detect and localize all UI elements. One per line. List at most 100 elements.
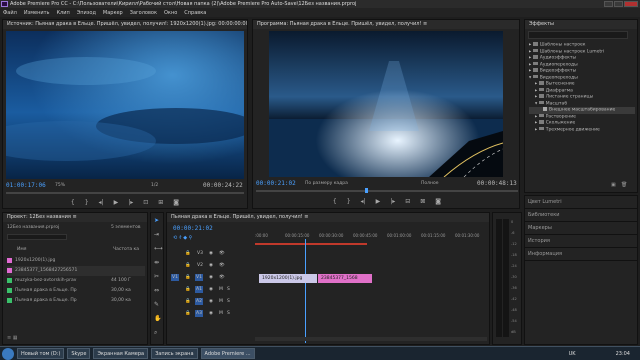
menu-help[interactable]: Справка bbox=[184, 10, 206, 16]
new-bin-icon[interactable]: ▣ bbox=[611, 182, 616, 188]
windows-taskbar: Новый том (D:) Skype Экранная Камера Зап… bbox=[0, 346, 640, 360]
source-monitor-title: Источник: Пьяная драка в Ельце. Пришёл, … bbox=[3, 20, 247, 29]
program-scrubber[interactable] bbox=[256, 190, 518, 192]
prog-mark-out-icon[interactable]: } bbox=[347, 198, 351, 205]
program-playhead[interactable] bbox=[365, 188, 368, 193]
quality-select[interactable]: Полное bbox=[421, 181, 438, 186]
col-rate-header[interactable]: Частота ка bbox=[113, 247, 139, 252]
source-zoom-select[interactable]: 75% bbox=[55, 183, 65, 188]
source-duration: 00:00:24:22 bbox=[203, 182, 243, 189]
program-duration: 00:00:48:13 bbox=[477, 180, 517, 187]
project-search-input[interactable] bbox=[7, 234, 67, 240]
step-forward-icon[interactable]: |▸ bbox=[128, 199, 133, 206]
libraries-panel[interactable]: Библиотеки bbox=[525, 209, 637, 222]
program-frame-image bbox=[269, 31, 503, 177]
overwrite-icon[interactable]: ⊞ bbox=[158, 199, 163, 206]
track-header-a2: 🔒 A2 ◉ M S bbox=[185, 298, 230, 305]
timeline-clip-video[interactable]: 23845377_1568 bbox=[318, 274, 372, 283]
render-bar bbox=[255, 243, 367, 245]
project-row[interactable]: muzyka-bez-avtorskih-prav 44 100 Г bbox=[7, 276, 145, 286]
source-page-indicator: 1/2 bbox=[151, 183, 159, 188]
step-back-icon[interactable]: ◂| bbox=[99, 199, 104, 206]
track-header-v3: 🔒 V3 ◉ 👁 bbox=[185, 251, 225, 256]
menu-window[interactable]: Окно bbox=[164, 10, 177, 16]
history-panel[interactable]: История bbox=[525, 235, 637, 248]
project-row[interactable]: 1920x1200(1).jpg bbox=[7, 256, 145, 266]
lift-icon[interactable]: ⊟ bbox=[405, 198, 410, 205]
menu-sequence[interactable]: Эпизод bbox=[77, 10, 96, 16]
lumetri-color-panel[interactable]: Цвет Lumetri bbox=[525, 196, 637, 209]
rolling-edit-tool-icon[interactable]: ⇹ bbox=[154, 259, 159, 266]
razor-tool-icon[interactable]: ✂ bbox=[154, 273, 159, 280]
hand-tool-icon[interactable]: ✋ bbox=[154, 315, 161, 322]
effects-item[interactable]: ▸ Трехмерное движение bbox=[529, 126, 635, 134]
timeline-timecode[interactable]: 00:00:21:02 bbox=[173, 225, 213, 232]
menu-clip[interactable]: Клип bbox=[56, 10, 69, 16]
prog-camera-icon[interactable]: ◙ bbox=[435, 198, 441, 205]
markers-panel[interactable]: Маркеры bbox=[525, 222, 637, 235]
list-view-icon[interactable]: ≡ bbox=[7, 335, 11, 341]
language-indicator[interactable]: UK bbox=[569, 351, 576, 357]
prog-step-forward-icon[interactable]: |▸ bbox=[390, 198, 395, 205]
menu-title[interactable]: Заголовок bbox=[130, 10, 157, 16]
close-button[interactable] bbox=[624, 1, 638, 7]
track-header-v1: V1 🔒 V1 ◉ 👁 bbox=[171, 274, 225, 281]
program-timecode[interactable]: 00:00:21:02 bbox=[256, 180, 296, 187]
taskbar-item-active[interactable]: Adobe Premiere ... bbox=[200, 348, 255, 359]
effects-tree: ▸ Шаблоны настроек ▸ Шаблоны настроек Lu… bbox=[529, 42, 635, 133]
timeline-ruler[interactable]: :00:00 00:00:15:00 00:00:30:00 00:00:45:… bbox=[255, 233, 487, 241]
track-select-tool-icon[interactable]: ⇥ bbox=[154, 231, 159, 238]
window-title: Adobe Premiere Pro CC - C:\Пользователи\… bbox=[10, 1, 357, 7]
project-list: 1920x1200(1).jpg 23845377_1568427256571 … bbox=[7, 256, 145, 306]
pen-tool-icon[interactable]: ✎ bbox=[154, 301, 159, 308]
project-row[interactable]: 23845377_1568427256571 bbox=[7, 266, 145, 276]
prog-step-back-icon[interactable]: ◂| bbox=[361, 198, 366, 205]
icon-view-icon[interactable]: ▦ bbox=[13, 335, 18, 341]
maximize-button[interactable] bbox=[614, 1, 623, 7]
ripple-edit-tool-icon[interactable]: ⟷ bbox=[154, 245, 163, 252]
selection-tool-icon[interactable]: ➤ bbox=[154, 217, 159, 224]
zoom-tool-icon[interactable]: ⌕ bbox=[154, 329, 157, 337]
clock[interactable]: 23:04 bbox=[616, 351, 630, 357]
col-name-header[interactable]: Имя bbox=[17, 247, 26, 252]
effects-panel: Эффекты ▸ Шаблоны настроек ▸ Шаблоны нас… bbox=[524, 19, 638, 193]
fit-select[interactable]: По размеру кадра bbox=[305, 181, 348, 186]
minimize-button[interactable] bbox=[604, 1, 613, 7]
timeline-title: Пьяная драка в Ельце. Пришёл, увидел, по… bbox=[167, 213, 489, 222]
meter-right bbox=[503, 219, 509, 337]
taskbar-item[interactable]: Skype bbox=[67, 348, 91, 359]
menu-bar: Файл Изменить Клип Эпизод Маркер Заголов… bbox=[0, 8, 640, 17]
timeline-clip-image[interactable]: 1920x1200(1).jpg bbox=[259, 274, 317, 283]
prog-play-icon[interactable]: ▶ bbox=[376, 198, 381, 205]
program-transport-controls: { } ◂| ▶ |▸ ⊟ ⊠ ◙ bbox=[256, 196, 518, 206]
project-title: Проект: 12Без названия ≡ bbox=[3, 213, 147, 222]
slip-tool-icon[interactable]: ⇔ bbox=[154, 287, 159, 294]
prog-mark-in-icon[interactable]: { bbox=[333, 198, 337, 205]
info-panel[interactable]: Информация bbox=[525, 248, 637, 261]
timeline-scrollbar[interactable] bbox=[255, 337, 487, 341]
extract-icon[interactable]: ⊠ bbox=[420, 198, 425, 205]
meter-left bbox=[496, 219, 502, 337]
project-row[interactable]: Пьяная драка в Ельце. Пр 30,00 ка bbox=[7, 286, 145, 296]
mark-out-icon[interactable]: } bbox=[85, 199, 89, 206]
taskbar-item[interactable]: Запись экрана bbox=[151, 348, 198, 359]
mark-in-icon[interactable]: { bbox=[71, 199, 75, 206]
delete-icon[interactable]: 🗑 bbox=[621, 182, 627, 188]
source-timecode[interactable]: 01:00:17:06 bbox=[6, 182, 46, 189]
insert-icon[interactable]: ⊡ bbox=[143, 199, 148, 206]
start-button[interactable] bbox=[2, 347, 14, 360]
menu-marker[interactable]: Маркер bbox=[103, 10, 123, 16]
project-filename: 12Без названия.prproj bbox=[7, 225, 60, 230]
timeline-options-icons[interactable]: ⟲ ⫩ ◆ ⚲ bbox=[173, 235, 192, 241]
source-scrubber[interactable] bbox=[6, 192, 244, 194]
effects-search-input[interactable] bbox=[528, 31, 628, 39]
camera-icon[interactable]: ◙ bbox=[173, 199, 179, 206]
taskbar-item[interactable]: Новый том (D:) bbox=[17, 348, 65, 359]
tools-panel: ➤ ⇥ ⟷ ⇹ ✂ ⇔ ✎ ✋ ⌕ bbox=[150, 212, 164, 345]
project-row[interactable]: Пьяная драка в Ельце. Пр 30,00 ка bbox=[7, 296, 145, 306]
play-icon[interactable]: ▶ bbox=[114, 199, 119, 206]
project-item-count: 5 элементов bbox=[111, 225, 141, 230]
menu-edit[interactable]: Изменить bbox=[24, 10, 50, 16]
taskbar-item[interactable]: Экранная Камера bbox=[93, 348, 149, 359]
menu-file[interactable]: Файл bbox=[3, 10, 17, 16]
